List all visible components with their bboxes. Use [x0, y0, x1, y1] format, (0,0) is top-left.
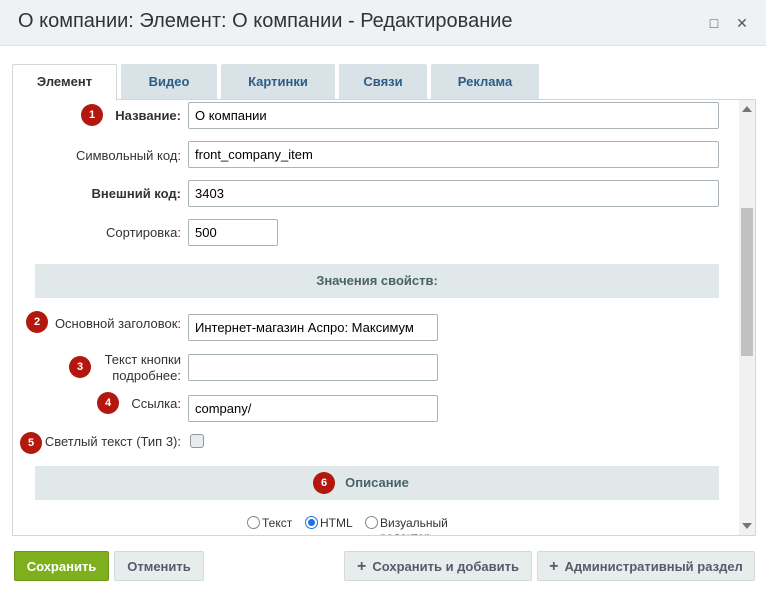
annotation-badge-6: 6 [313, 472, 335, 494]
main-title-input[interactable] [188, 314, 438, 341]
scroll-up-icon[interactable] [742, 106, 752, 112]
light-text-checkbox[interactable] [190, 434, 204, 448]
vertical-scrollbar[interactable] [739, 100, 755, 535]
sort-label: Сортировка: [106, 225, 181, 240]
tab-video[interactable]: Видео [121, 64, 217, 100]
external-code-label: Внешний код: [91, 186, 181, 201]
main-title-label: Основной заголовок: [54, 316, 181, 331]
tab-images[interactable]: Картинки [221, 64, 335, 100]
external-code-input[interactable] [188, 180, 719, 207]
sort-input[interactable] [188, 219, 278, 246]
properties-section-header: Значения свойств: [35, 264, 719, 298]
description-section-header: 6 Описание [35, 466, 719, 500]
name-input[interactable] [188, 102, 719, 129]
annotation-badge-2: 2 [26, 311, 48, 333]
button-text-label-line2: подробнее: [112, 368, 181, 383]
save-button[interactable]: Сохранить [14, 551, 109, 581]
radio-text[interactable] [247, 516, 260, 529]
link-input[interactable] [188, 395, 438, 422]
code-label: Символьный код: [75, 148, 181, 163]
save-and-add-label: Сохранить и добавить [372, 559, 519, 574]
window-titlebar: О компании: Элемент: О компании - Редакт… [0, 0, 766, 46]
name-label: Название: [115, 108, 181, 123]
button-text-label-line1: Текст кнопки [104, 352, 181, 367]
radio-visual-editor[interactable] [365, 516, 378, 529]
radio-visual-editor-label: Визуальный редактор [380, 516, 448, 535]
scroll-thumb[interactable] [741, 208, 753, 356]
window-title: О компании: Элемент: О компании - Редакт… [18, 10, 513, 32]
close-icon[interactable]: ✕ [732, 13, 752, 33]
tab-element[interactable]: Элемент [12, 64, 117, 101]
admin-section-label: Административный раздел [564, 559, 743, 574]
radio-html[interactable] [305, 516, 318, 529]
form-panel: 1 Название: Символьный код: Внешний код:… [12, 99, 756, 536]
link-label: Ссылка: [131, 396, 181, 411]
code-input[interactable] [188, 141, 719, 168]
radio-text-label: Текст [262, 516, 293, 530]
save-and-add-button[interactable]: + Сохранить и добавить [344, 551, 532, 581]
tab-links[interactable]: Связи [339, 64, 427, 100]
light-text-label: Светлый текст (Тип 3): [44, 434, 181, 449]
admin-section-button[interactable]: + Административный раздел [537, 551, 755, 581]
button-text-input[interactable] [188, 354, 438, 381]
maximize-icon[interactable]: □ [704, 13, 724, 33]
scroll-down-icon[interactable] [742, 523, 752, 529]
cancel-button[interactable]: Отменить [114, 551, 204, 581]
plus-icon: + [549, 558, 559, 575]
radio-html-label: HTML [320, 516, 353, 530]
plus-icon: + [357, 558, 367, 575]
description-header-label: Описание [345, 475, 409, 490]
tab-ads[interactable]: Реклама [431, 64, 539, 100]
